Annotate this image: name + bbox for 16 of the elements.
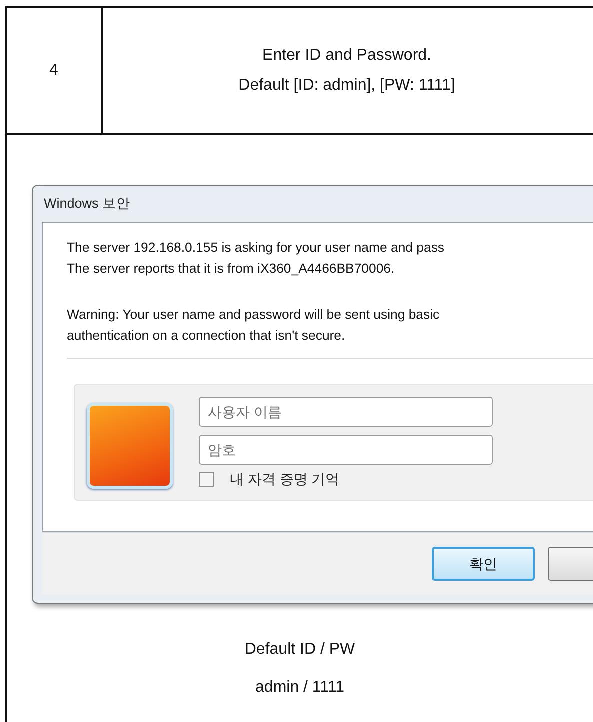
caption-text: admin / 1111: [256, 678, 344, 698]
username-field[interactable]: 사용자 이름: [199, 397, 493, 428]
window-title: Windows 보안: [43, 195, 131, 213]
instruction-text: Default [ID: admin], [PW: 1111]: [238, 76, 456, 96]
remember-checkbox[interactable]: [199, 472, 214, 488]
remember-label: 내 자격 증명 기억: [230, 470, 340, 490]
step-number: 4: [50, 60, 58, 80]
password-field[interactable]: 암호: [199, 435, 493, 466]
instruction-text: Enter ID and Password.: [262, 46, 432, 66]
message-text: The server reports that it is from iX360_A4466BB70006.: [67, 260, 395, 278]
message-text: The server 192.168.0.155 is asking for your user name and pass: [67, 239, 445, 258]
caption-text: Default ID / PW: [244, 640, 356, 660]
ok-button[interactable]: 확인: [432, 547, 536, 582]
warning-text: Warning: Your user name and password will be sent using basic: [67, 306, 440, 324]
user-picture-icon: [87, 403, 173, 490]
warning-text: authentication on a connection that isn't secure.: [67, 327, 346, 346]
